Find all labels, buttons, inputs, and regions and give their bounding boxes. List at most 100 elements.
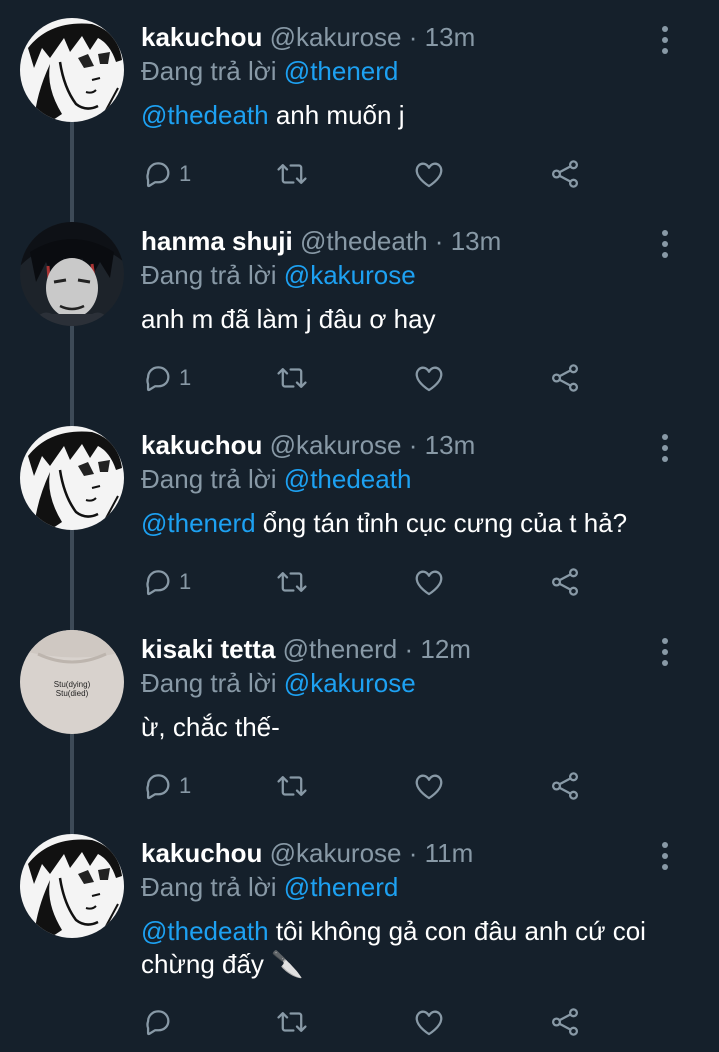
heart-icon <box>412 157 446 191</box>
action-bar <box>0 1002 719 1042</box>
reply-to-mention[interactable]: @thenerd <box>284 872 399 902</box>
reply-to-mention[interactable]: @kakurose <box>284 668 416 698</box>
avatar[interactable] <box>20 18 124 122</box>
retweet-button[interactable] <box>275 358 309 398</box>
reply-button[interactable] <box>141 1002 179 1042</box>
heart-icon <box>412 769 446 803</box>
share-icon <box>548 565 582 599</box>
display-name[interactable]: kisaki tetta <box>141 634 275 664</box>
heart-icon <box>412 1005 446 1039</box>
reply-button[interactable]: 1 <box>141 766 191 806</box>
tweet-text-content: anh m đã làm j đâu ơ hay <box>141 304 436 334</box>
more-options-icon[interactable] <box>657 230 673 258</box>
tweet-text: anh m đã làm j đâu ơ hay <box>141 303 681 336</box>
tweet-4[interactable]: Stu(dying) Stu(died) kisaki tetta @thene… <box>0 612 719 816</box>
manga-boy-avatar-image <box>20 426 124 530</box>
avatar[interactable] <box>20 426 124 530</box>
display-name[interactable]: kakuchou <box>141 430 262 460</box>
mention-link[interactable]: @thenerd <box>141 508 256 538</box>
reply-to-mention[interactable]: @kakurose <box>284 260 416 290</box>
manga-boy-avatar-image <box>20 834 124 938</box>
tweet-header: kakuchou @kakurose · 11m <box>141 838 473 868</box>
timestamp[interactable]: 12m <box>420 634 471 664</box>
user-handle[interactable]: @thedeath <box>300 226 428 256</box>
share-button[interactable] <box>548 562 582 602</box>
anime-man-avatar-image <box>20 222 124 326</box>
retweet-icon <box>275 361 309 395</box>
reply-context: Đang trả lời @kakurose <box>141 668 416 698</box>
shirt-print-avatar-image: Stu(dying) Stu(died) <box>20 630 124 734</box>
more-options-icon[interactable] <box>657 842 673 870</box>
reply-button[interactable]: 1 <box>141 358 191 398</box>
user-handle[interactable]: @kakurose <box>270 838 402 868</box>
retweet-button[interactable] <box>275 154 309 194</box>
display-name[interactable]: hanma shuji <box>141 226 293 256</box>
reply-icon <box>141 361 175 395</box>
avatar[interactable] <box>20 222 124 326</box>
retweet-icon <box>275 769 309 803</box>
reply-button[interactable]: 1 <box>141 562 191 602</box>
share-button[interactable] <box>548 154 582 194</box>
like-button[interactable] <box>412 358 446 398</box>
reply-prefix: Đang trả lời <box>141 872 277 902</box>
more-options-icon[interactable] <box>657 638 673 666</box>
reply-count: 1 <box>179 161 192 186</box>
shirt-text-line-2: Stu(died) <box>56 689 89 698</box>
action-bar: 1 <box>0 766 719 806</box>
share-button[interactable] <box>548 766 582 806</box>
user-handle[interactable]: @kakurose <box>270 430 402 460</box>
retweet-button[interactable] <box>275 1002 309 1042</box>
timestamp[interactable]: 11m <box>425 838 474 868</box>
like-button[interactable] <box>412 562 446 602</box>
separator: · <box>408 430 418 460</box>
reply-prefix: Đang trả lời <box>141 668 277 698</box>
thread-line <box>70 204 74 224</box>
timestamp[interactable]: 13m <box>425 430 476 460</box>
action-bar: 1 <box>0 154 719 194</box>
retweet-icon <box>275 157 309 191</box>
tweet-header: kakuchou @kakurose · 13m <box>141 22 475 52</box>
display-name[interactable]: kakuchou <box>141 838 262 868</box>
thread-line <box>70 612 74 632</box>
like-button[interactable] <box>412 154 446 194</box>
tweet-text: @thenerd ổng tán tỉnh cục cưng của t hả? <box>141 507 681 540</box>
reply-icon <box>141 157 175 191</box>
reply-prefix: Đang trả lời <box>141 260 277 290</box>
reply-count: 1 <box>179 365 192 390</box>
tweet-2[interactable]: hanma shuji @thedeath · 13m Đang trả lời… <box>0 204 719 408</box>
reply-icon <box>141 565 175 599</box>
reply-to-mention[interactable]: @thedeath <box>284 464 412 494</box>
mention-link[interactable]: @thedeath <box>141 916 269 946</box>
tweet-3[interactable]: kakuchou @kakurose · 13m Đang trả lời @t… <box>0 408 719 612</box>
retweet-icon <box>275 1005 309 1039</box>
timestamp[interactable]: 13m <box>451 226 502 256</box>
share-button[interactable] <box>548 358 582 398</box>
tweet-5[interactable]: kakuchou @kakurose · 11m Đang trả lời @t… <box>0 816 719 1052</box>
share-icon <box>548 1005 582 1039</box>
manga-boy-avatar-image <box>20 18 124 122</box>
reply-count: 1 <box>179 569 192 594</box>
tweet-header: hanma shuji @thedeath · 13m <box>141 226 501 256</box>
reply-button[interactable]: 1 <box>141 154 191 194</box>
reply-prefix: Đang trả lời <box>141 56 277 86</box>
user-handle[interactable]: @thenerd <box>283 634 398 664</box>
retweet-button[interactable] <box>275 766 309 806</box>
action-bar: 1 <box>0 358 719 398</box>
more-options-icon[interactable] <box>657 434 673 462</box>
tweet-1[interactable]: kakuchou @kakurose · 13m Đang trả lời @t… <box>0 0 719 204</box>
display-name[interactable]: kakuchou <box>141 22 262 52</box>
reply-context: Đang trả lời @thenerd <box>141 872 398 902</box>
like-button[interactable] <box>412 766 446 806</box>
avatar[interactable]: Stu(dying) Stu(died) <box>20 630 124 734</box>
share-button[interactable] <box>548 1002 582 1042</box>
mention-link[interactable]: @thedeath <box>141 100 269 130</box>
retweet-button[interactable] <box>275 562 309 602</box>
timestamp[interactable]: 13m <box>425 22 476 52</box>
reply-to-mention[interactable]: @thenerd <box>284 56 399 86</box>
more-options-icon[interactable] <box>657 26 673 54</box>
user-handle[interactable]: @kakurose <box>270 22 402 52</box>
like-button[interactable] <box>412 1002 446 1042</box>
tweet-text: @thedeath tôi không gả con đâu anh cứ co… <box>141 915 651 981</box>
avatar[interactable] <box>20 834 124 938</box>
tweet-text-content: ổng tán tỉnh cục cưng của t hả? <box>255 508 628 538</box>
